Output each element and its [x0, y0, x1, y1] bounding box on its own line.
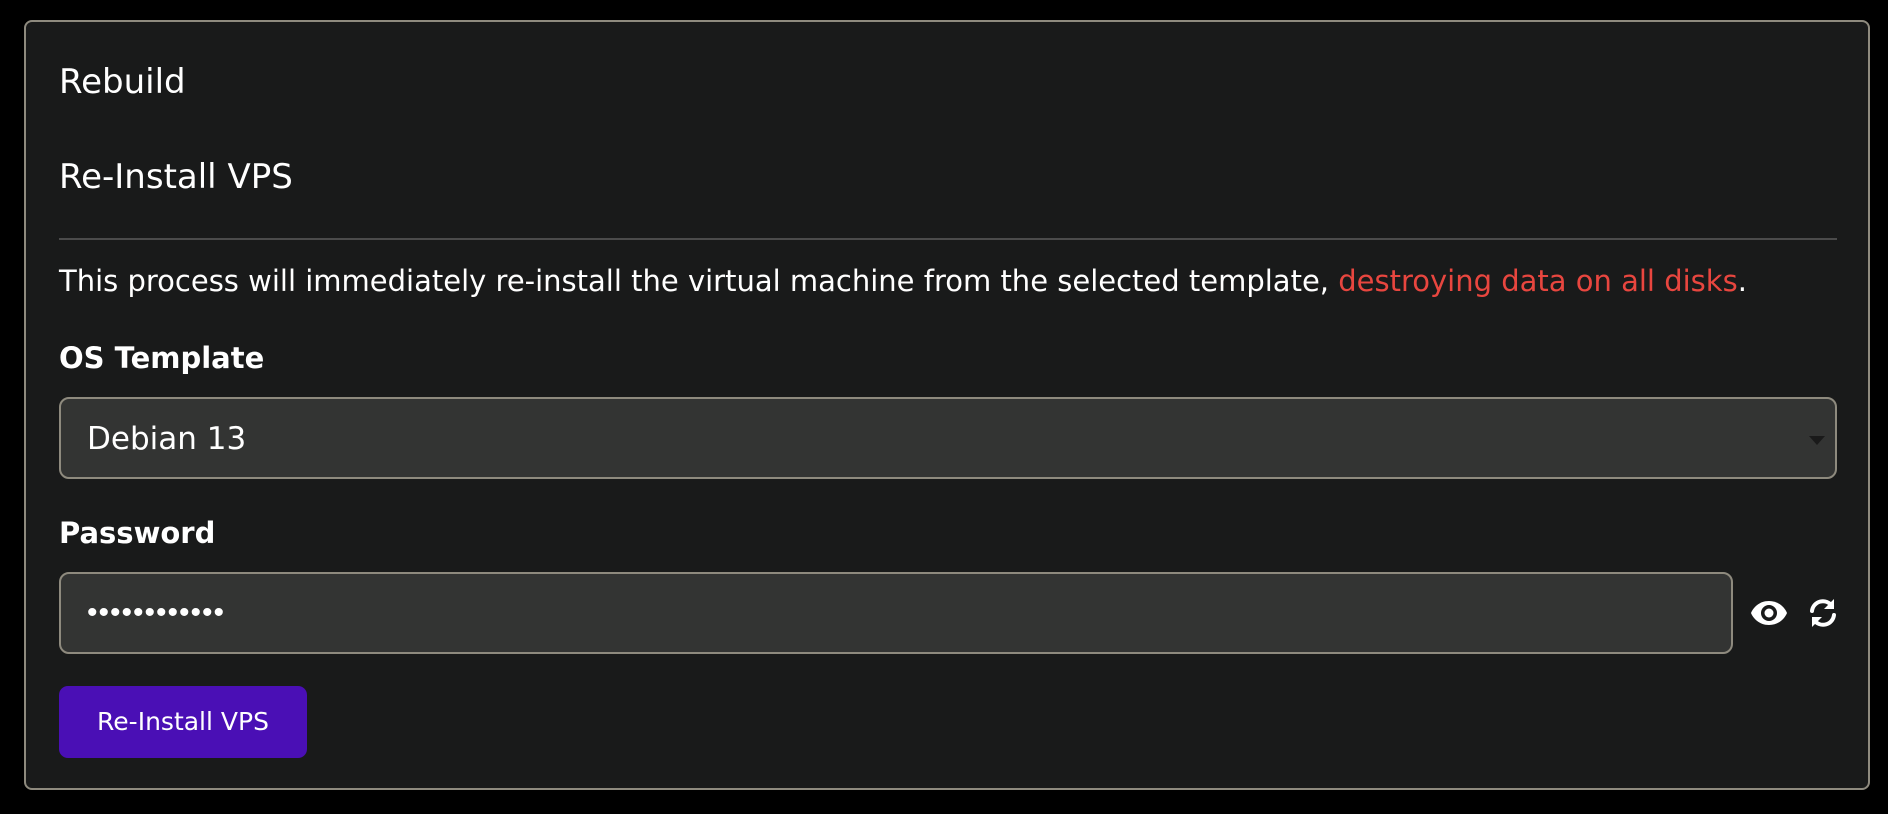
reinstall-vps-button[interactable]: Re-Install VPS: [59, 686, 307, 758]
os-template-selected-value: Debian 13: [87, 421, 247, 457]
os-template-label: OS Template: [59, 341, 265, 375]
rebuild-card: Rebuild Re-Install VPS This process will…: [24, 20, 1870, 790]
divider: [59, 238, 1837, 240]
reinstall-description: This process will immediately re-install…: [59, 262, 1747, 300]
password-field[interactable]: [59, 572, 1733, 654]
refresh-icon[interactable]: [1801, 591, 1845, 635]
password-input[interactable]: [87, 593, 1687, 633]
card-title: Rebuild: [59, 62, 186, 102]
description-period: .: [1737, 264, 1747, 298]
os-template-select[interactable]: Debian 13: [59, 397, 1837, 479]
destroy-warning-text: destroying data on all disks: [1338, 264, 1738, 298]
chevron-down-icon: [1809, 436, 1825, 445]
section-title: Re-Install VPS: [59, 157, 293, 197]
description-text: This process will immediately re-install…: [59, 264, 1339, 298]
eye-icon[interactable]: [1747, 591, 1791, 635]
password-label: Password: [59, 516, 216, 550]
